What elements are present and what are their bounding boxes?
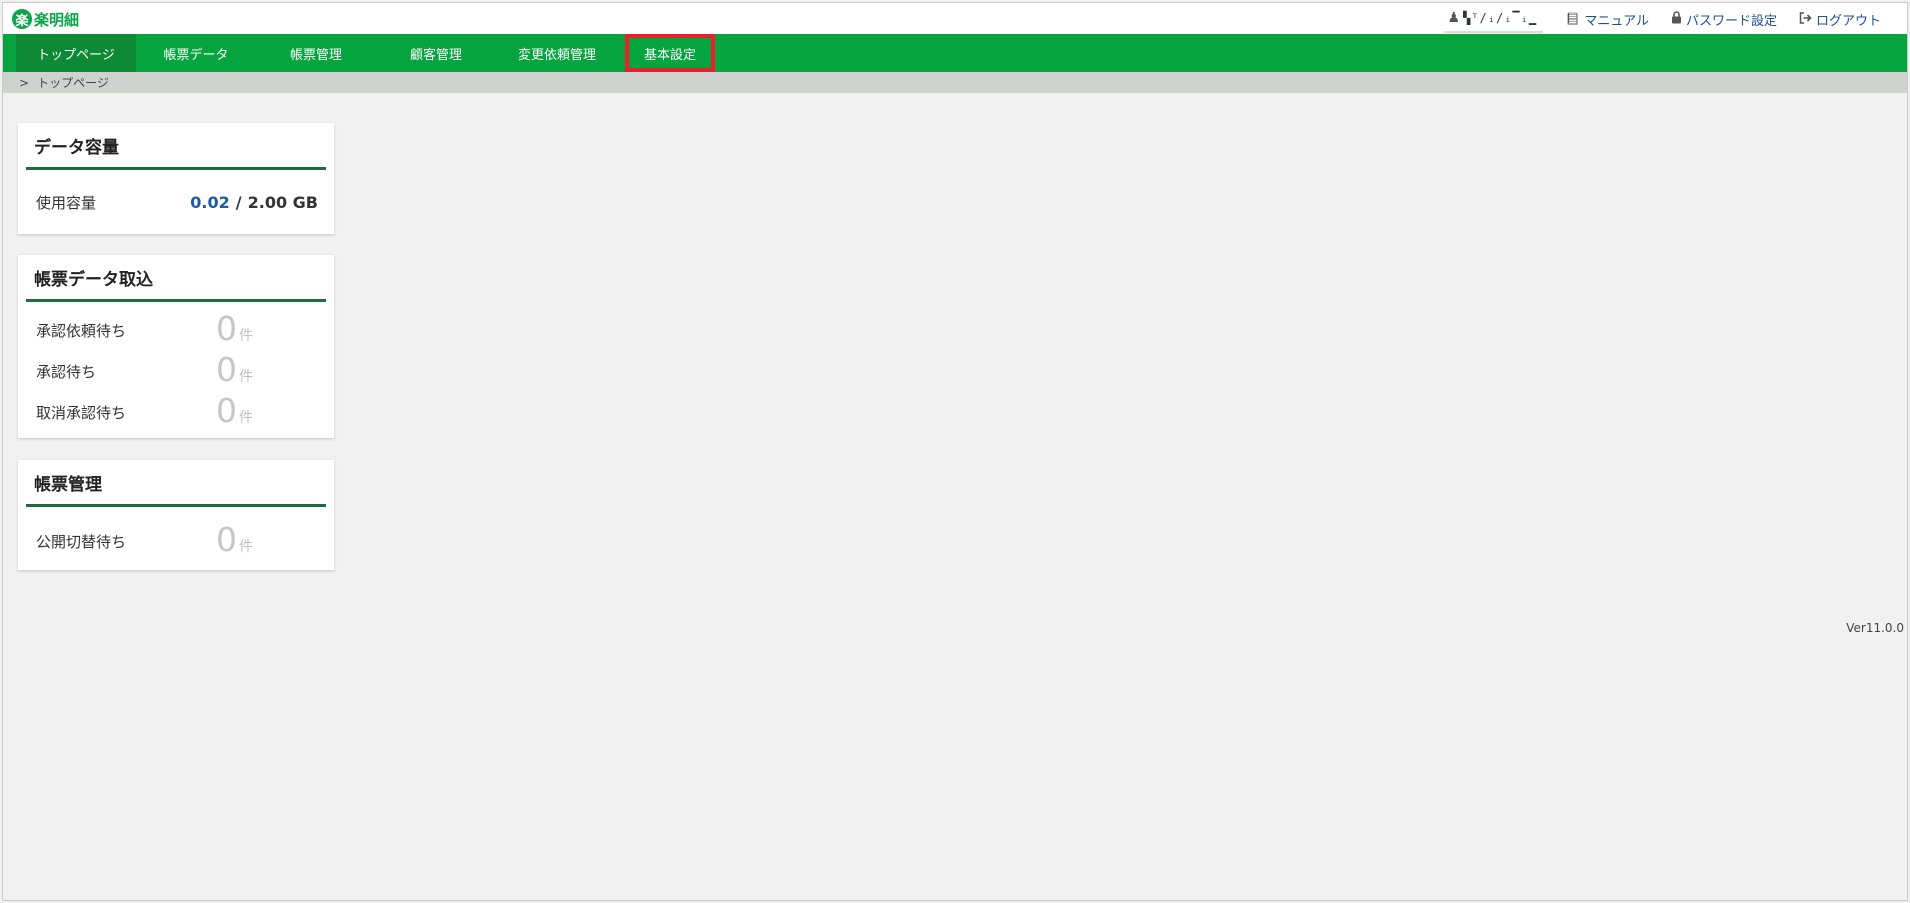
storage-card: データ容量 使用容量 0.02 / 2.00 GB	[18, 123, 334, 234]
list-item[interactable]: 取消承認待ち 0 件	[18, 392, 334, 433]
top-bar: 楽 楽明細 ♟ ▚ᵀ/ᵢ/ᵢ▔ᵢ▁ 📘︎ マニュアル パスワード設定 ログアウト	[3, 3, 1907, 34]
nav-change-request-management-label: 変更依頼管理	[517, 47, 596, 63]
nav-top-page[interactable]: トップページ	[16, 34, 136, 72]
management-card: 帳票管理 公開切替待ち 0 件	[18, 460, 334, 570]
nav-form-management[interactable]: 帳票管理	[256, 34, 376, 72]
nav-basic-settings[interactable]: 基本設定	[625, 34, 715, 72]
row-count: 0 件	[216, 310, 253, 351]
book-icon: 📘︎	[1565, 12, 1581, 26]
logout-icon	[1799, 11, 1812, 27]
manual-link[interactable]: 📘︎ マニュアル	[1565, 10, 1649, 29]
manual-link-label: マニュアル	[1584, 13, 1649, 29]
storage-separator: /	[235, 192, 242, 212]
user-icon: ♟	[1447, 10, 1461, 26]
count-unit: 件	[239, 539, 253, 555]
main-nav: トップページ 帳票データ 帳票管理 顧客管理 変更依頼管理 基本設定	[3, 34, 1907, 72]
storage-usage-value: 0.02 / 2.00 GB	[190, 170, 318, 234]
user-info: ♟ ▚ᵀ/ᵢ/ᵢ▔ᵢ▁	[1443, 5, 1544, 33]
list-item[interactable]: 公開切替待ち 0 件	[18, 521, 334, 562]
nav-top-page-label: トップページ	[37, 47, 115, 63]
nav-basic-settings-label: 基本設定	[643, 47, 696, 63]
header-actions: ♟ ▚ᵀ/ᵢ/ᵢ▔ᵢ▁ 📘︎ マニュアル パスワード設定 ログアウト	[1443, 5, 1881, 33]
import-card: 帳票データ取込 承認依頼待ち 0 件 承認待ち 0 件 取消承認待ち 0 件	[18, 255, 334, 438]
storage-used: 0.02	[190, 192, 230, 212]
count-unit: 件	[239, 410, 253, 426]
logout-label: ログアウト	[1815, 13, 1881, 29]
row-count: 0 件	[216, 351, 253, 392]
breadcrumb-separator: >	[19, 75, 30, 90]
row-count: 0 件	[216, 392, 253, 433]
breadcrumb: > トップページ	[3, 72, 1907, 93]
row-count: 0 件	[216, 521, 253, 562]
storage-card-title: データ容量	[34, 138, 119, 158]
user-name: ▚ᵀ/ᵢ/ᵢ▔ᵢ▁	[1463, 11, 1538, 25]
app-logo[interactable]: 楽 楽明細	[12, 7, 79, 31]
logo-mark-icon: 楽	[12, 9, 32, 29]
version-label: Ver11.0.0	[1846, 621, 1904, 635]
row-label: 取消承認待ち	[36, 404, 127, 422]
nav-form-management-label: 帳票管理	[289, 47, 342, 63]
count-number: 0	[216, 309, 237, 348]
lock-icon	[1671, 11, 1682, 27]
list-item[interactable]: 承認依頼待ち 0 件	[18, 310, 334, 351]
row-label: 承認待ち	[36, 363, 97, 381]
row-label: 承認依頼待ち	[36, 322, 127, 340]
count-number: 0	[216, 391, 237, 430]
password-settings-link[interactable]: パスワード設定	[1671, 10, 1777, 29]
count-number: 0	[216, 520, 237, 559]
nav-form-data-label: 帳票データ	[163, 47, 229, 63]
nav-customer-management[interactable]: 顧客管理	[376, 34, 496, 72]
password-settings-label: パスワード設定	[1685, 13, 1777, 29]
logout-link[interactable]: ログアウト	[1799, 10, 1881, 29]
logo-text: 楽明細	[34, 10, 80, 29]
count-number: 0	[216, 350, 237, 389]
count-unit: 件	[239, 369, 253, 385]
count-unit: 件	[239, 328, 253, 344]
nav-change-request-management[interactable]: 変更依頼管理	[496, 34, 618, 72]
row-label: 公開切替待ち	[36, 533, 127, 551]
storage-total: 2.00 GB	[247, 192, 318, 212]
management-card-title: 帳票管理	[34, 475, 102, 495]
storage-usage-label: 使用容量	[36, 193, 97, 212]
list-item[interactable]: 承認待ち 0 件	[18, 351, 334, 392]
breadcrumb-current: トップページ	[37, 76, 109, 90]
storage-usage-row: 使用容量 0.02 / 2.00 GB	[18, 170, 334, 234]
nav-customer-management-label: 顧客管理	[409, 47, 462, 63]
import-card-title: 帳票データ取込	[34, 270, 153, 290]
nav-form-data[interactable]: 帳票データ	[136, 34, 256, 72]
